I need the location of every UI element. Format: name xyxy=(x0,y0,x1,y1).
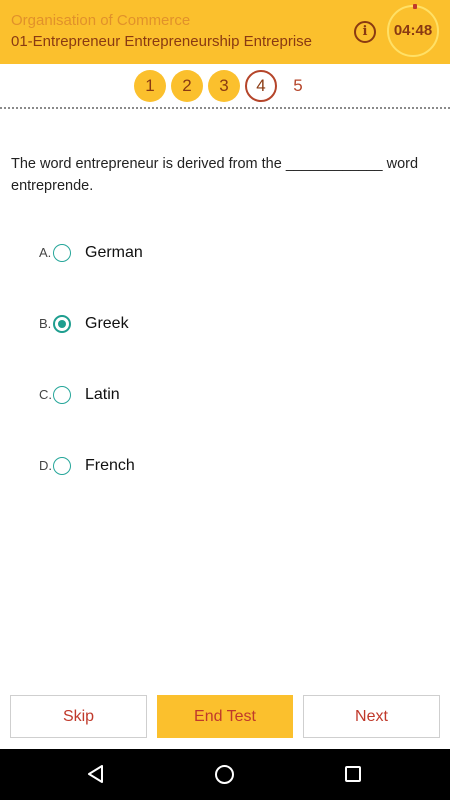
radio-button[interactable] xyxy=(53,457,71,475)
timer-progress-tick xyxy=(413,4,417,9)
skip-button[interactable]: Skip xyxy=(10,695,147,738)
option-b[interactable]: B. Greek xyxy=(0,312,450,352)
radio-button[interactable] xyxy=(53,386,71,404)
recent-apps-icon[interactable] xyxy=(345,766,361,782)
question-number-4[interactable]: 4 xyxy=(245,70,277,102)
option-letter: D. xyxy=(39,458,52,473)
chapter-title: 01-Entrepreneur Entrepreneurship Entrepr… xyxy=(11,33,313,50)
question-number-2[interactable]: 2 xyxy=(171,70,203,102)
option-d[interactable]: D. French xyxy=(0,454,450,494)
option-c[interactable]: C. Latin xyxy=(0,383,450,423)
option-letter: C. xyxy=(39,387,52,402)
option-label[interactable]: French xyxy=(85,457,135,475)
option-label[interactable]: German xyxy=(85,244,143,262)
question-text: The word entrepreneur is derived from th… xyxy=(11,156,419,194)
end-test-button[interactable]: End Test xyxy=(157,695,293,738)
option-letter: A. xyxy=(39,245,52,260)
option-label[interactable]: Greek xyxy=(85,315,129,333)
option-a[interactable]: A. German xyxy=(0,241,450,281)
option-letter: B. xyxy=(39,316,52,331)
back-icon[interactable] xyxy=(87,765,105,783)
countdown-timer: 04:48 xyxy=(387,4,439,57)
home-icon[interactable] xyxy=(215,765,234,784)
info-icon[interactable]: i xyxy=(354,21,376,43)
option-label[interactable]: Latin xyxy=(85,386,120,404)
radio-button[interactable] xyxy=(53,244,71,262)
app-header: Organisation of Commerce 01-Entrepreneur… xyxy=(0,0,450,64)
system-navigation-bar xyxy=(0,749,450,800)
timer-text: 04:48 xyxy=(393,22,433,39)
question-number-3[interactable]: 3 xyxy=(208,70,240,102)
question-number-1[interactable]: 1 xyxy=(134,70,166,102)
next-button[interactable]: Next xyxy=(303,695,440,738)
radio-button-selected[interactable] xyxy=(53,315,71,333)
dotted-divider xyxy=(0,107,450,109)
question-number-5[interactable]: 5 xyxy=(282,70,314,102)
subject-title: Organisation of Commerce xyxy=(11,12,191,29)
question-navigator: 1 2 3 4 5 xyxy=(0,68,450,104)
